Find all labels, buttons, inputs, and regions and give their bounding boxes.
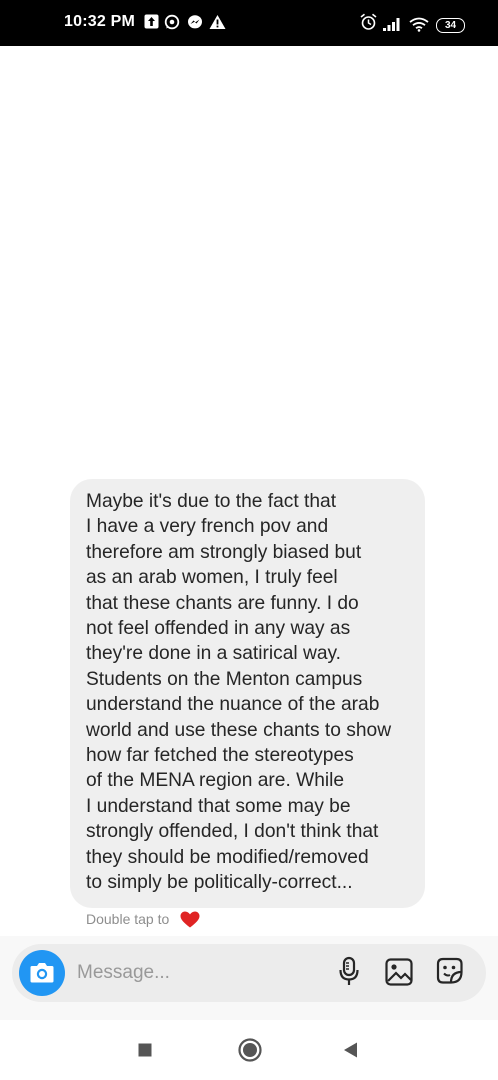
message-line: they're done in a satirical way. xyxy=(86,643,342,665)
signal-icon xyxy=(383,18,400,31)
message-line: of the MENA region are. While xyxy=(86,770,345,792)
message-line: I have a very french pov and xyxy=(86,516,329,538)
sticker-icon xyxy=(436,957,463,984)
square-icon xyxy=(138,1043,152,1057)
warning-icon xyxy=(209,15,226,29)
whatsapp-icon xyxy=(164,14,180,30)
message-line: world and use these chants to show xyxy=(86,719,392,741)
message-line: how far fetched the stereotypes xyxy=(86,745,354,767)
message-line: as an arab women, I truly feel xyxy=(86,567,338,589)
message-line: Students on the Menton campus xyxy=(86,668,363,690)
messenger-icon xyxy=(188,15,202,29)
message-line: understand the nuance of the arab xyxy=(86,694,380,716)
upload-icon xyxy=(144,14,159,29)
message-input[interactable] xyxy=(77,959,307,987)
message-line: therefore am strongly biased but xyxy=(86,541,362,563)
alarm-icon xyxy=(360,13,377,30)
sticker-button[interactable] xyxy=(434,955,464,989)
message-line: that these chants are funny. I do xyxy=(86,592,359,614)
back-icon xyxy=(344,1042,357,1058)
recents-button[interactable] xyxy=(131,1036,159,1064)
status-bar: 10:32 PM 34 xyxy=(0,0,498,46)
message-line: they should be modified/removed xyxy=(86,846,369,868)
circle-icon xyxy=(238,1038,262,1062)
status-time: 10:32 PM xyxy=(64,13,135,30)
wifi-icon xyxy=(409,17,429,32)
home-button[interactable] xyxy=(235,1035,265,1065)
microphone-button[interactable] xyxy=(334,955,364,989)
message-line: to simply be politically-correct... xyxy=(86,872,353,894)
battery-icon: 34 xyxy=(436,18,465,33)
back-button[interactable] xyxy=(337,1036,365,1064)
message-line: not feel offended in any way as xyxy=(86,618,351,640)
message-line: strongly offended, I don't think that xyxy=(86,821,379,843)
camera-button[interactable] xyxy=(19,950,65,996)
message-line: I understand that some may be xyxy=(86,795,351,817)
microphone-icon xyxy=(339,956,359,985)
camera-icon xyxy=(30,963,54,983)
message-bubble[interactable]: Maybe it's due to the fact that I have a … xyxy=(70,479,425,908)
message-line: Maybe it's due to the fact that xyxy=(86,491,337,512)
gallery-button[interactable] xyxy=(384,955,414,989)
heart-icon xyxy=(180,911,200,928)
double-tap-hint: Double tap to xyxy=(86,911,170,927)
gallery-icon xyxy=(385,958,413,986)
